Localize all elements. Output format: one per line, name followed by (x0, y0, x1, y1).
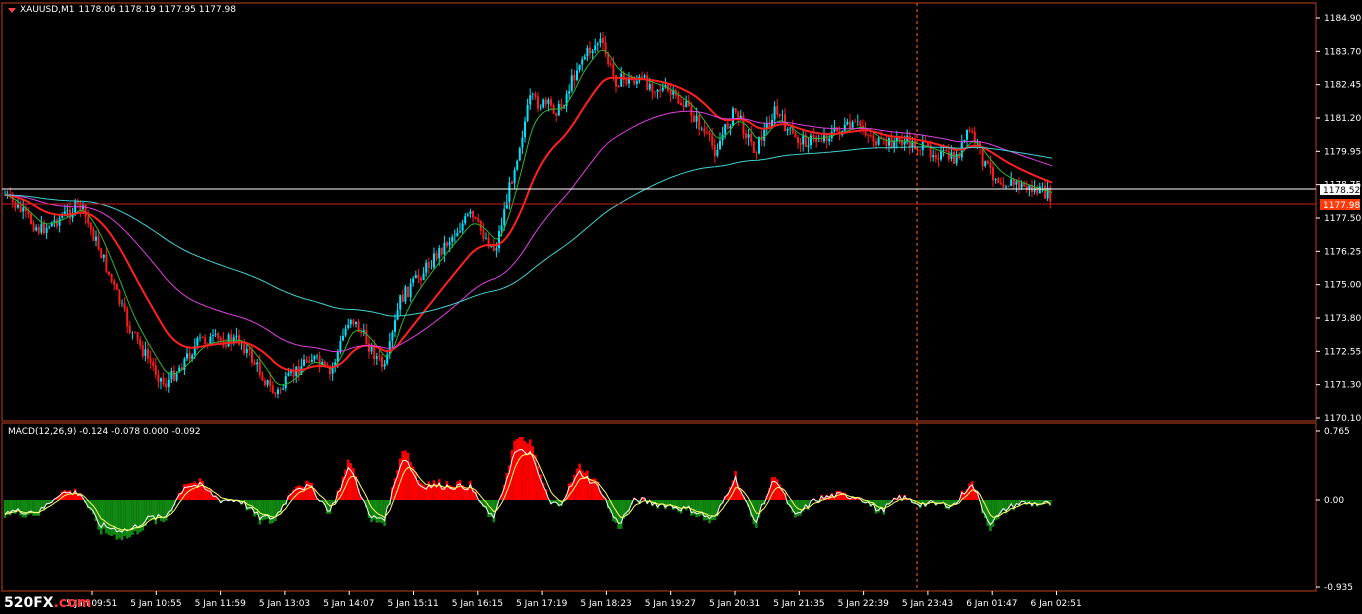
chart-canvas[interactable]: 1184.90 1183.70 1182.45 1181.20 1179.95 1178.… (0, 0, 1362, 614)
logo-brand: 520FX (4, 595, 54, 611)
time-tick-label: 5 Jan 20:31 (709, 599, 760, 609)
chart-header: XAUUSD,M1 1178.06 1178.19 1177.95 1177.9… (8, 5, 236, 15)
last-price-tag: 1177.98 (1320, 199, 1360, 211)
chevron-down-icon[interactable] (8, 7, 16, 13)
price-tick-label: 1184.90 (1324, 14, 1361, 24)
time-tick-label: 5 Jan 16:15 (452, 599, 503, 609)
time-tick-label: 5 Jan 14:07 (323, 599, 374, 609)
time-tick-label: 5 Jan 13:03 (259, 599, 310, 609)
macd-tick-label: 0.765 (1324, 427, 1350, 437)
time-tick-label: 5 Jan 10:55 (130, 599, 181, 609)
time-tick-label: 5 Jan 21:35 (773, 599, 824, 609)
time-tick-label: 5 Jan 18:23 (580, 599, 631, 609)
price-tick-label: 1181.20 (1324, 114, 1361, 124)
time-tick-label: 6 Jan 02:51 (1031, 599, 1082, 609)
time-tick-label: 6 Jan 01:47 (966, 599, 1017, 609)
bid-price-tag: 1178.52 (1320, 184, 1360, 196)
price-tick-label: 1171.30 (1324, 381, 1361, 391)
price-tick-label: 1183.70 (1324, 47, 1361, 57)
price-tick-label: 1175.00 (1324, 281, 1361, 291)
price-tick-label: 1179.95 (1324, 147, 1361, 157)
ohlc-values: 1178.06 1178.19 1177.95 1177.98 (78, 5, 236, 15)
macd-header: MACD(12,26,9) -0.124 -0.078 0.000 -0.092 (8, 427, 201, 437)
bid-price-text: 1178.52 (1323, 186, 1360, 196)
time-tick-label: 5 Jan 23:43 (902, 599, 953, 609)
price-tick-label: 1172.55 (1324, 347, 1361, 357)
time-tick-label: 5 Jan 11:59 (195, 599, 247, 609)
price-tick-label: 1182.45 (1324, 81, 1361, 91)
time-tick-label: 5 Jan 22:39 (838, 599, 890, 609)
time-tick-label: 5 Jan 17:19 (516, 599, 568, 609)
price-tick-label: 1173.80 (1324, 314, 1361, 324)
last-price-text: 1177.98 (1323, 201, 1360, 211)
price-tick-label: 1177.50 (1324, 214, 1361, 224)
symbol-label: XAUUSD,M1 (20, 5, 75, 15)
logo-domain: .com (53, 595, 92, 611)
time-tick-label: 5 Jan 19:27 (645, 599, 696, 609)
price-tick-label: 1176.25 (1324, 247, 1361, 257)
brand-logo: 520FX.com (4, 595, 91, 611)
price-tick-label: 1170.10 (1324, 414, 1361, 424)
macd-tick-label: 0.00 (1324, 496, 1344, 506)
macd-tick-label: -0.935 (1324, 583, 1353, 593)
time-tick-label: 5 Jan 15:11 (388, 599, 439, 609)
